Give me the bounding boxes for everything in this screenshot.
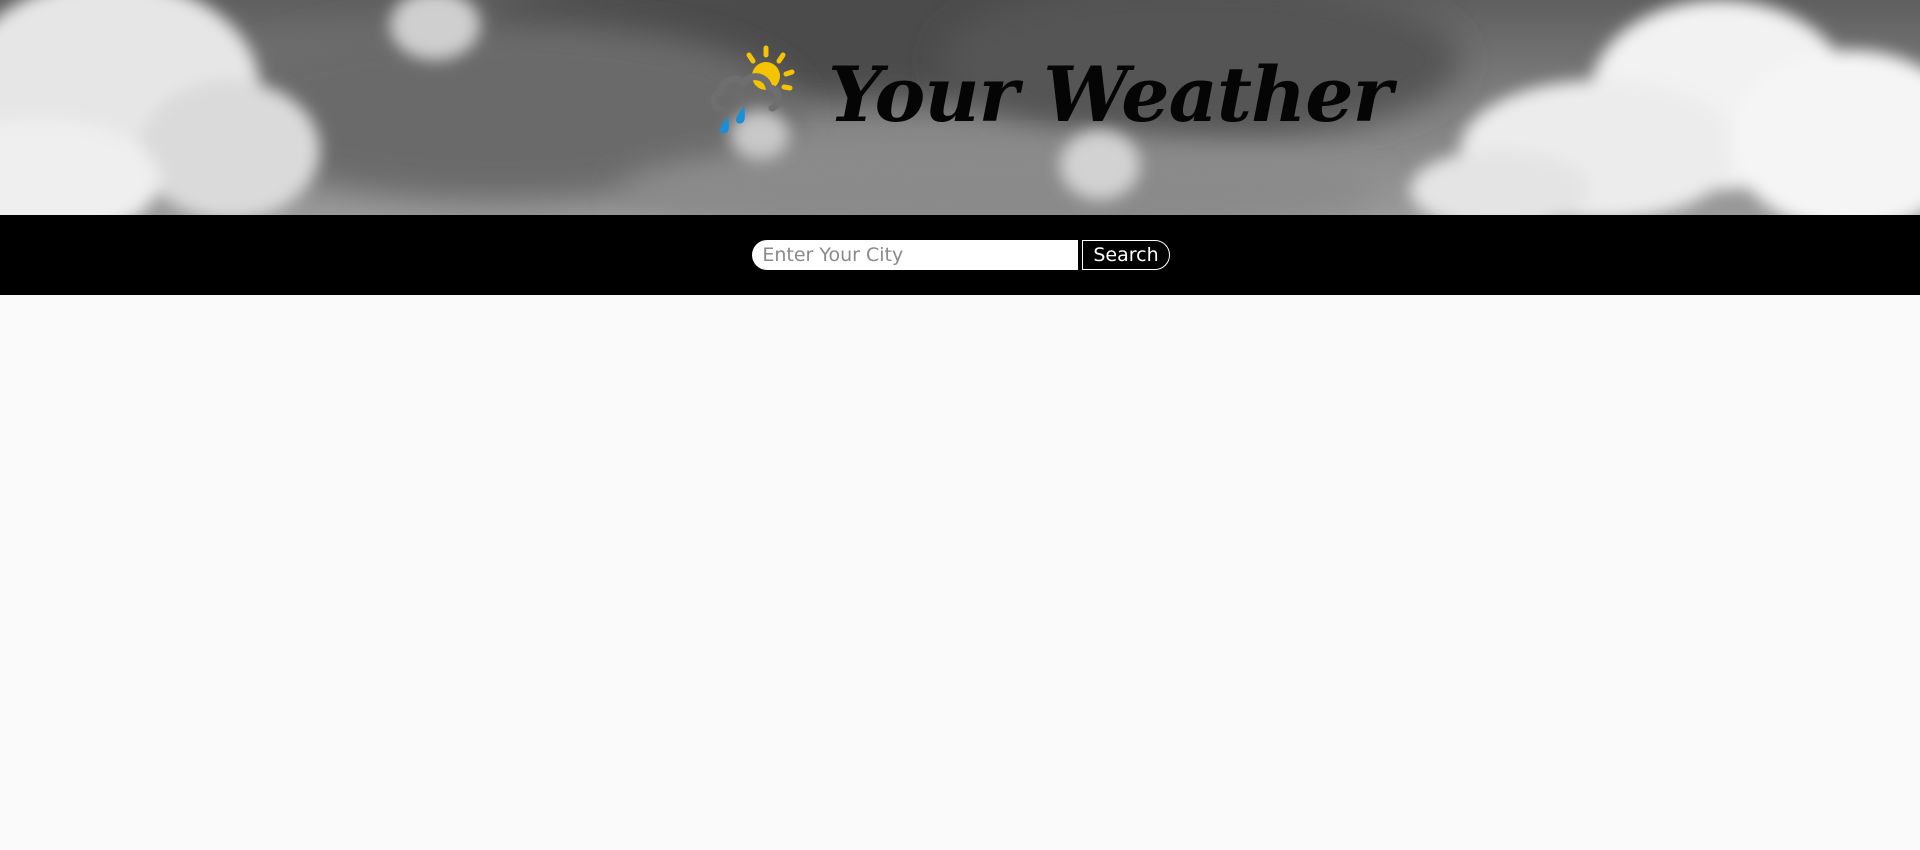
search-bar: Search bbox=[0, 215, 1920, 295]
hero-header: Your Weather bbox=[0, 0, 1920, 215]
search-form: Search bbox=[752, 240, 1170, 270]
main-content bbox=[0, 295, 1920, 850]
city-search-input[interactable] bbox=[752, 240, 1079, 270]
site-title: Your Weather bbox=[828, 50, 1393, 139]
brand: Your Weather bbox=[706, 34, 1393, 144]
search-button[interactable]: Search bbox=[1082, 240, 1170, 270]
partly-cloudy-rain-icon bbox=[710, 45, 795, 134]
